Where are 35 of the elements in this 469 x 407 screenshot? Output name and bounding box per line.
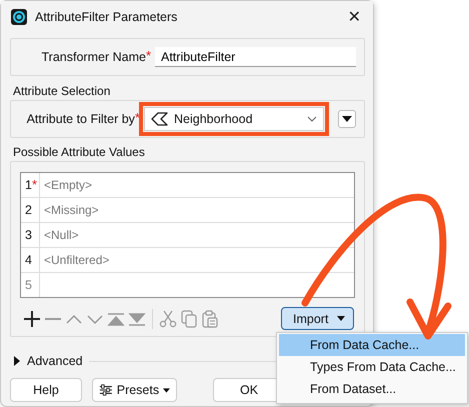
table-cell[interactable]: <Empty> [40, 173, 354, 197]
presets-button[interactable]: Presets [92, 378, 177, 402]
section-title: Attribute Selection [13, 84, 112, 99]
required-mark: * [146, 50, 151, 62]
table-cell[interactable]: <Missing> [40, 198, 354, 222]
menu-item[interactable]: Types From Data Cache... [277, 356, 467, 378]
close-button[interactable]: ✕ [344, 7, 365, 26]
row-number: 4 [25, 253, 32, 267]
attribute-dropdown[interactable]: Neighborhood [144, 107, 324, 131]
app-icon [11, 8, 27, 24]
import-button[interactable]: Import [281, 307, 354, 330]
row-number: 3 [25, 228, 32, 242]
add-icon[interactable] [23, 310, 41, 328]
dropdown-value: Neighborhood [174, 112, 254, 126]
attribute-icon [151, 112, 169, 126]
row-number: 5 [25, 278, 32, 292]
table-cell[interactable]: <Null> [40, 223, 354, 247]
sliders-icon [99, 383, 113, 397]
table-cell[interactable]: <Unfiltered> [40, 248, 354, 272]
advanced-toggle[interactable]: Advanced [27, 354, 83, 368]
help-button[interactable]: Help [10, 378, 82, 402]
menu-button[interactable] [338, 110, 356, 128]
caret-icon [342, 116, 352, 122]
name-input-field[interactable]: AttributeFilter [155, 47, 356, 67]
caret-icon [337, 316, 345, 321]
required-mark: * [32, 179, 38, 191]
row-number: 2 [25, 203, 32, 217]
section-title: Possible Attribute Values [13, 145, 146, 160]
row-number: 1 [25, 178, 32, 192]
chevron-icon [307, 116, 317, 122]
window-title: AttributeFilter Parameters [35, 10, 178, 24]
field-label: Attribute to Filter by [26, 112, 135, 126]
caret-icon [163, 388, 170, 392]
field-label: Transformer Name [42, 50, 146, 64]
menu-item[interactable]: From Data Cache... [279, 334, 465, 356]
